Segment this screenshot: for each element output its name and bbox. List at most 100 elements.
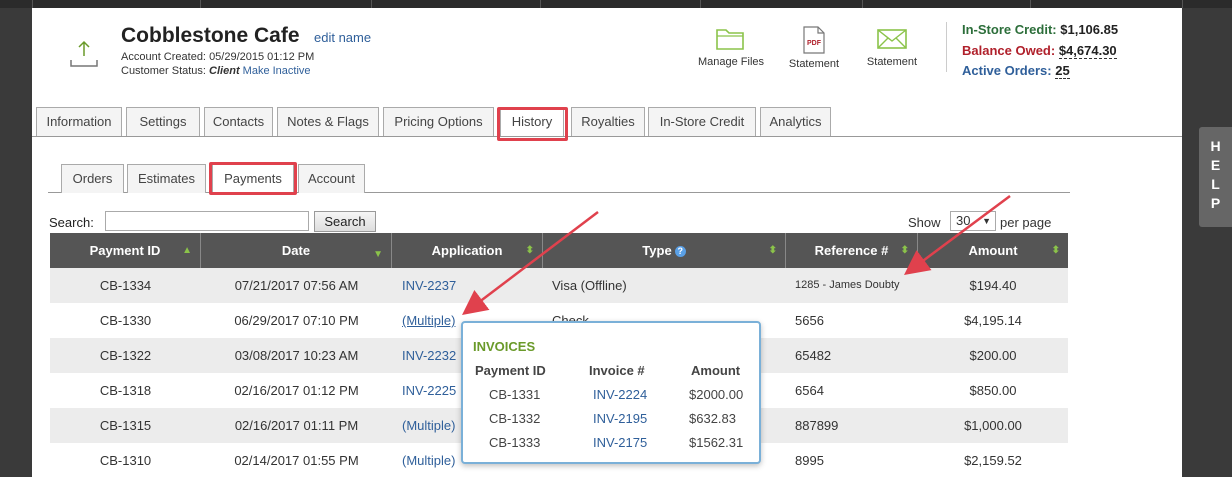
search-button[interactable]: Search [314, 211, 376, 232]
history-tab-highlight [497, 107, 568, 141]
per-page-value: 30 [956, 213, 971, 228]
invoices-popup-title: INVOICES [473, 339, 536, 354]
table-header: Payment ID ▲ Date ▼ Application ⬍ Type? … [50, 233, 1068, 268]
manage-files-label: Manage Files [697, 56, 765, 68]
subtab-orders[interactable]: Orders [61, 164, 124, 193]
cell-date: 07/21/2017 07:56 AM [234, 278, 359, 293]
col-amount[interactable]: Amount ⬍ [918, 233, 1068, 268]
col-payment-id[interactable]: Payment ID ▲ [50, 233, 201, 268]
cell-reference: 8995 [795, 453, 824, 468]
popup-cell-payment-id: CB-1333 [489, 435, 541, 450]
make-inactive-link[interactable]: Make Inactive [243, 65, 311, 77]
popup-cell-payment-id: CB-1332 [489, 411, 541, 426]
help-letter: P [1210, 195, 1221, 211]
col-date[interactable]: Date ▼ [201, 233, 392, 268]
popup-col-payment-id: Payment ID [475, 363, 546, 378]
help-letter: L [1211, 176, 1220, 192]
upload-icon[interactable] [68, 38, 100, 70]
cell-reference: 1285 - James Doubty [795, 279, 900, 291]
sort-icon: ⬍ [525, 245, 534, 256]
cell-payment-id: CB-1322 [99, 348, 152, 363]
customer-page: Cobblestone Cafe edit name Account Creat… [32, 8, 1182, 477]
help-letter: E [1210, 157, 1221, 173]
payments-tab-highlight [209, 162, 297, 195]
in-store-credit-label: In-Store Credit: [962, 22, 1057, 37]
balance-owed-label: Balance Owed: [962, 43, 1056, 58]
tab-settings[interactable]: Settings [126, 107, 200, 137]
subtab-account[interactable]: Account [298, 164, 365, 193]
tab-analytics[interactable]: Analytics [760, 107, 831, 137]
cell-amount: $850.00 [969, 383, 1017, 398]
sort-icon: ⬍ [1051, 245, 1060, 256]
edit-name-link[interactable]: edit name [314, 30, 371, 45]
header-divider [946, 22, 947, 72]
invoices-popup: INVOICES Payment ID Invoice # Amount CB-… [461, 321, 761, 464]
cell-payment-id: CB-1310 [99, 453, 152, 468]
help-letter: H [1210, 138, 1221, 154]
search-label: Search: [49, 215, 94, 230]
show-label: Show [908, 215, 941, 230]
envelope-icon [877, 29, 907, 49]
tab-royalties[interactable]: Royalties [571, 107, 645, 137]
customer-name: Cobblestone Cafe [121, 24, 300, 47]
cell-amount: $194.40 [969, 278, 1017, 293]
cell-payment-id: CB-1315 [99, 418, 152, 433]
cell-amount: $1,000.00 [964, 418, 1022, 433]
customer-status: Customer Status: Client Make Inactive [121, 65, 311, 77]
popup-cell-payment-id: CB-1331 [489, 387, 541, 402]
cell-reference: 65482 [795, 348, 832, 363]
cell-amount: $2,159.52 [964, 453, 1022, 468]
tab-contacts[interactable]: Contacts [204, 107, 273, 137]
balance-owed-value[interactable]: $4,674.30 [1058, 43, 1117, 59]
tab-information[interactable]: Information [36, 107, 122, 137]
cell-reference: 6564 [795, 383, 824, 398]
email-statement-button[interactable]: Statement [858, 26, 926, 68]
customer-status-value: Client [209, 65, 240, 77]
popup-cell-amount: $632.83 [689, 411, 736, 426]
subtab-estimates[interactable]: Estimates [127, 164, 206, 193]
col-application-label: Application [431, 243, 503, 258]
active-orders: Active Orders: 25 [962, 63, 1070, 79]
popup-cell-amount: $2000.00 [689, 387, 744, 402]
popup-invoice-link[interactable]: INV-2175 [593, 435, 647, 450]
table-row[interactable]: CB-1334 07/21/2017 07:56 AM INV-2237 Vis… [50, 268, 1068, 303]
top-strip [0, 0, 1232, 8]
col-type[interactable]: Type? ⬍ [543, 233, 786, 268]
sort-icon: ⬍ [900, 245, 909, 256]
cell-payment-id: CB-1334 [99, 278, 152, 293]
cell-date: 02/14/2017 01:55 PM [234, 453, 359, 468]
help-question-icon[interactable]: ? [674, 246, 686, 257]
cell-payment-id: CB-1330 [99, 313, 152, 328]
sort-icon: ⬍ [768, 245, 777, 256]
popup-col-invoice: Invoice # [589, 363, 645, 378]
in-store-credit: In-Store Credit: $1,106.85 [962, 22, 1118, 37]
cell-date: 02/16/2017 01:11 PM [234, 418, 359, 433]
in-store-credit-value: $1,106.85 [1060, 22, 1119, 37]
pdf-statement-button[interactable]: PDF Statement [780, 26, 848, 70]
col-type-label: Type [642, 243, 672, 258]
manage-files-button[interactable]: Manage Files [692, 26, 770, 68]
email-statement-label: Statement [866, 56, 918, 68]
active-orders-value[interactable]: 25 [1055, 63, 1070, 79]
cell-reference: 5656 [795, 313, 824, 328]
tab-notes-flags[interactable]: Notes & Flags [277, 107, 379, 137]
tab-in-store-credit[interactable]: In-Store Credit [648, 107, 756, 137]
tab-pricing-options[interactable]: Pricing Options [383, 107, 494, 137]
popup-invoice-link[interactable]: INV-2195 [593, 411, 647, 426]
col-reference[interactable]: Reference # ⬍ [786, 233, 918, 268]
cell-application-link[interactable]: INV-2237 [402, 268, 542, 303]
col-date-label: Date [281, 243, 311, 258]
col-application[interactable]: Application ⬍ [392, 233, 543, 268]
help-tab[interactable]: H E L P [1199, 127, 1232, 227]
folder-icon [716, 29, 744, 50]
search-input[interactable] [105, 211, 309, 231]
per-page-select[interactable]: 30 ▼ [950, 211, 996, 231]
popup-invoice-link[interactable]: INV-2224 [593, 387, 647, 402]
pdf-statement-label: Statement [788, 58, 840, 70]
cell-amount: $200.00 [969, 348, 1017, 363]
sort-icon: ▲ [182, 245, 192, 256]
main-tabs-underline [32, 136, 1182, 137]
account-created-label: Account Created: [121, 51, 206, 63]
account-created-value: 05/29/2015 01:12 PM [209, 51, 315, 63]
cell-amount: $4,195.14 [964, 313, 1022, 328]
